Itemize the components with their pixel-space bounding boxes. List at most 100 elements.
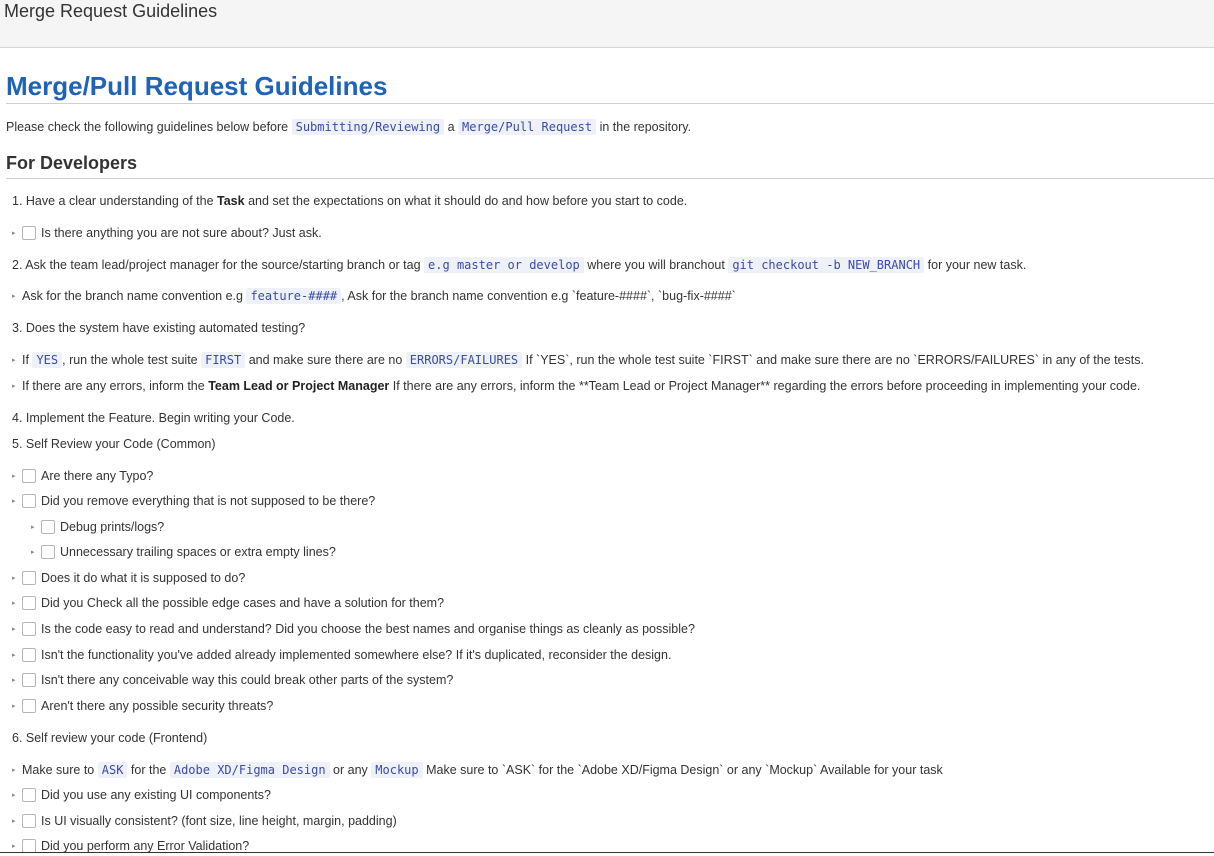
item-text: If there are any errors, inform the xyxy=(22,379,205,393)
checklist-item: ▸ Did you use any existing UI components? xyxy=(12,786,271,805)
list-item: ▸ Make sure to ASK for the Adobe XD/Figma… xyxy=(12,761,943,780)
step-4: 4. Implement the Feature. Begin writing … xyxy=(12,411,295,425)
checkbox[interactable] xyxy=(22,469,36,483)
inline-code: e.g master or develop xyxy=(424,257,584,273)
inline-code: FIRST xyxy=(201,352,246,368)
checklist-item: ▸ Are there any Typo? xyxy=(12,467,153,486)
checkbox[interactable] xyxy=(22,622,36,636)
bullet-icon: ▸ xyxy=(12,792,16,799)
checklist-label: Does it do what it is supposed to do? xyxy=(41,571,246,585)
checklist-item: ▸ Does it do what it is supposed to do? xyxy=(12,569,245,588)
checklist-item: ▸ Did you Check all the possible edge cas… xyxy=(12,594,444,613)
checklist-label: Isn't the functionality you've added alr… xyxy=(41,648,672,662)
item-text: or any xyxy=(333,763,368,777)
bullet-icon: ▸ xyxy=(12,767,16,774)
page-title: Merge/Pull Request Guidelines xyxy=(6,71,388,101)
item-text: Make sure to `ASK` for the `Adobe XD/Fig… xyxy=(426,763,943,777)
checkbox[interactable] xyxy=(22,648,36,662)
checklist-item: ▸ Is UI visually consistent? (font size, … xyxy=(12,812,397,831)
intro-text: a xyxy=(447,120,455,134)
item-text: , run the whole test suite xyxy=(62,353,198,367)
bullet-icon: ▸ xyxy=(31,524,35,531)
bullet-icon: ▸ xyxy=(12,677,16,684)
checkbox[interactable] xyxy=(22,699,36,713)
item-text: Make sure to xyxy=(22,763,95,777)
bullet-icon: ▸ xyxy=(12,230,16,237)
inline-code: ERRORS/FAILURES xyxy=(405,352,523,368)
bold-text: Task xyxy=(217,194,245,208)
window-titlebar: Merge Request Guidelines xyxy=(0,0,1214,48)
checklist-label: Is the code easy to read and understand?… xyxy=(41,622,695,636)
inline-code: Mockup xyxy=(371,762,423,778)
item-text: and make sure there are no xyxy=(248,353,403,367)
checklist-label: Did you use any existing UI components? xyxy=(41,788,271,802)
section-divider xyxy=(6,178,1214,179)
intro-text: Please check the following guidelines be… xyxy=(6,120,289,134)
checklist-label: Is there anything you are not sure about… xyxy=(41,226,322,240)
step-1: 1. Have a clear understanding of the Tas… xyxy=(12,192,687,210)
inline-code: YES xyxy=(32,352,63,368)
bullet-icon: ▸ xyxy=(31,549,35,556)
step-text: and set the expectations on what it shou… xyxy=(248,194,688,208)
inline-code: Adobe XD/Figma Design xyxy=(169,762,330,778)
item-text: If xyxy=(22,353,29,367)
checklist-label: Is UI visually consistent? (font size, l… xyxy=(41,814,397,828)
bold-text: Team Lead or Project Manager xyxy=(208,379,390,393)
checklist-item: ▸ Is the code easy to read and understand… xyxy=(12,620,695,639)
step-text: for your new task. xyxy=(927,258,1027,272)
checkbox[interactable] xyxy=(41,545,55,559)
inline-code: git checkout -b NEW_BRANCH xyxy=(728,257,925,273)
list-item: ▸ Ask for the branch name convention e.g … xyxy=(12,287,736,306)
intro-text: in the repository. xyxy=(599,120,692,134)
checklist-item: ▸ Aren't there any possible security thre… xyxy=(12,697,273,716)
list-item: ▸ If there are any errors, inform the Tea… xyxy=(12,377,1140,396)
bullet-icon: ▸ xyxy=(12,383,16,390)
checklist-item-nested: ▸ Debug prints/logs? xyxy=(31,518,164,537)
step-5: 5. Self Review your Code (Common) xyxy=(12,437,216,451)
item-text: Ask for the branch name convention e.g xyxy=(22,289,243,303)
item-text: If there are any errors, inform the **Te… xyxy=(392,379,1141,393)
checkbox[interactable] xyxy=(22,673,36,687)
inline-code: Merge/Pull Request xyxy=(458,119,597,135)
checklist-label: Did you Check all the possible edge case… xyxy=(41,596,445,610)
inline-code: feature-#### xyxy=(246,288,342,304)
checklist-item: ▸ Did you perform any Error Validation? xyxy=(12,837,249,856)
bullet-icon: ▸ xyxy=(12,473,16,480)
checklist-label: Aren't there any possible security threa… xyxy=(41,699,274,713)
checklist-item-nested: ▸ Unnecessary trailing spaces or extra em… xyxy=(31,543,336,562)
inline-code: ASK xyxy=(97,762,128,778)
checkbox[interactable] xyxy=(22,494,36,508)
checkbox[interactable] xyxy=(22,839,36,853)
step-text: 1. Have a clear understanding of the xyxy=(12,194,214,208)
step-6: 6. Self review your code (Frontend) xyxy=(12,731,208,745)
checklist-label: Debug prints/logs? xyxy=(60,520,165,534)
item-text: If `YES`, run the whole test suite `FIRS… xyxy=(525,353,1144,367)
checkbox[interactable] xyxy=(22,788,36,802)
checklist-label: Isn't there any conceivable way this cou… xyxy=(41,673,454,687)
checkbox[interactable] xyxy=(22,226,36,240)
list-item: ▸ If YES, run the whole test suite FIRST … xyxy=(12,351,1144,370)
bottom-border xyxy=(0,852,1214,853)
checklist-item: ▸ Isn't the functionality you've added al… xyxy=(12,646,671,665)
step-text: where you will branchout xyxy=(587,258,725,272)
intro-paragraph: Please check the following guidelines be… xyxy=(6,118,691,136)
checkbox[interactable] xyxy=(22,814,36,828)
bullet-icon: ▸ xyxy=(12,843,16,850)
checklist-label: Are there any Typo? xyxy=(41,469,154,483)
item-text: , Ask for the branch name convention e.g… xyxy=(341,289,736,303)
checkbox[interactable] xyxy=(22,596,36,610)
bullet-icon: ▸ xyxy=(12,626,16,633)
bullet-icon: ▸ xyxy=(12,293,16,300)
step-2: 2. Ask the team lead/project manager for… xyxy=(12,256,1026,274)
step-3: 3. Does the system have existing automat… xyxy=(12,321,306,335)
checklist-label: Did you perform any Error Validation? xyxy=(41,839,250,853)
inline-code: Submitting/Reviewing xyxy=(291,119,445,135)
checkbox[interactable] xyxy=(22,571,36,585)
checklist-label: Unnecessary trailing spaces or extra emp… xyxy=(60,545,336,559)
bullet-icon: ▸ xyxy=(12,703,16,710)
title-divider xyxy=(6,103,1214,104)
checklist-item: ▸ Did you remove everything that is not s… xyxy=(12,492,375,511)
checkbox[interactable] xyxy=(41,520,55,534)
checklist-item: ▸ Isn't there any conceivable way this co… xyxy=(12,671,453,690)
bullet-icon: ▸ xyxy=(12,498,16,505)
